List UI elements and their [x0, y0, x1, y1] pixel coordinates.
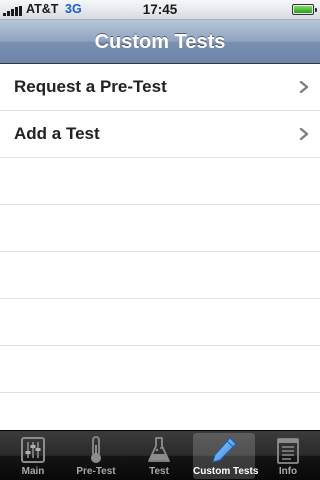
- page-title: Custom Tests: [94, 31, 226, 53]
- row-request-pre-test[interactable]: Request a Pre-Test: [0, 64, 320, 111]
- empty-row: [0, 158, 320, 205]
- status-time: 17:45: [142, 2, 178, 17]
- flask-icon: [128, 435, 190, 465]
- empty-row: [0, 252, 320, 299]
- tab-pre-test[interactable]: Pre-Test: [65, 433, 127, 479]
- navigation-bar: Custom Tests: [0, 20, 320, 64]
- row-label: Request a Pre-Test: [14, 77, 167, 96]
- empty-row: [0, 346, 320, 393]
- tab-label: Custom Tests: [193, 466, 259, 477]
- notepad-icon: [257, 435, 319, 465]
- battery-icon: [292, 4, 317, 15]
- sliders-icon: [2, 435, 64, 465]
- tab-custom-tests[interactable]: Custom Tests: [193, 433, 259, 479]
- row-label: Add a Test: [14, 124, 100, 143]
- tab-main[interactable]: Main: [2, 433, 64, 479]
- tab-bar: Main Pre-Test Test Custom Tests Info: [0, 430, 320, 480]
- chevron-right-icon: [299, 81, 309, 93]
- empty-row: [0, 299, 320, 346]
- pencil-icon: [193, 435, 255, 465]
- thermometer-icon: [65, 435, 127, 465]
- tab-info[interactable]: Info: [257, 433, 319, 479]
- tab-label: Pre-Test: [76, 466, 116, 477]
- tab-test[interactable]: Test: [128, 433, 190, 479]
- tab-label: Info: [278, 466, 298, 477]
- chevron-right-icon: [299, 128, 309, 140]
- row-add-a-test[interactable]: Add a Test: [0, 111, 320, 158]
- custom-tests-table: Request a Pre-Test Add a Test: [0, 64, 320, 430]
- empty-row: [0, 205, 320, 252]
- tab-label: Test: [149, 466, 169, 477]
- status-bar: AT&T 3G 17:45: [0, 0, 320, 20]
- tab-label: Main: [21, 466, 45, 477]
